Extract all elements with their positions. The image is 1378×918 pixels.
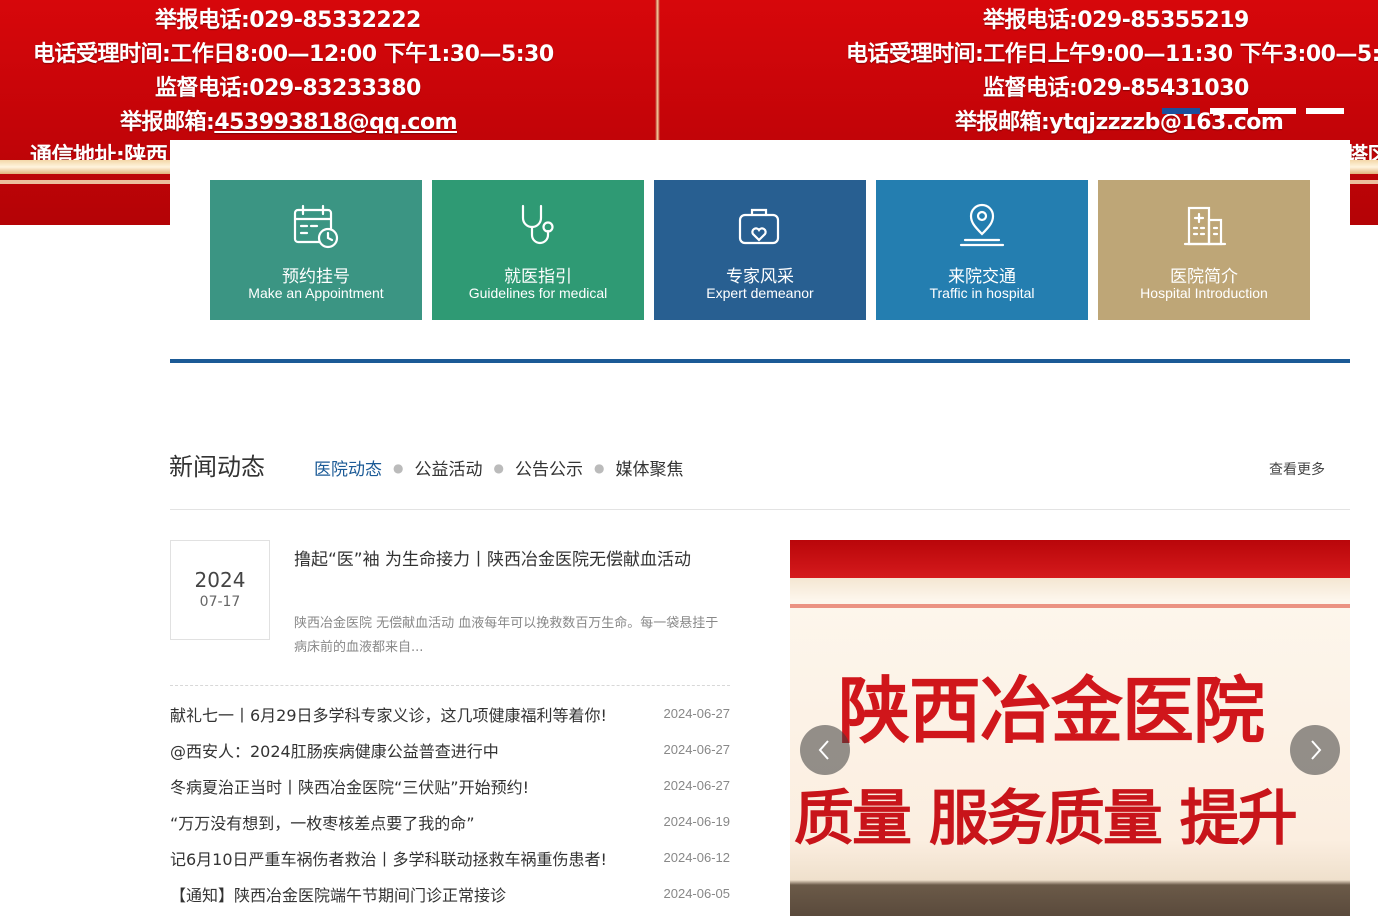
quick-link-experts[interactable]: 专家风采 Expert demeanor <box>654 180 866 320</box>
featured-year: 2024 <box>194 568 246 592</box>
tab-separator: ● <box>493 460 504 475</box>
slide-headline: 陕西冶金医院 <box>838 669 1265 753</box>
news-item-title[interactable]: 冬病夏治正当时丨陕西冶金医院“三伏贴”开始预约! <box>170 774 529 798</box>
news-item-title[interactable]: 献礼七一丨6月29日多学科专家义诊，这几项健康福利等着你! <box>170 702 607 726</box>
banner-left-email-label: 举报邮箱: <box>120 110 215 135</box>
hospital-building-icon <box>1183 206 1227 246</box>
tab-separator: ● <box>393 460 404 475</box>
quick-links-card: 预约挂号 Make an Appointment 就医指引 Guidelines… <box>170 140 1350 360</box>
quick-link-label-en: Make an Appointment <box>248 285 384 301</box>
featured-news-title[interactable]: 撸起“医”袖 为生命接力丨陕西冶金医院无偿献血活动 <box>294 548 724 572</box>
list-item[interactable]: 记6月10日严重车祸伤者救治丨多学科联动拯救车祸重伤患者! 2024-06-12 <box>170 846 730 882</box>
banner-divider <box>655 0 660 160</box>
quick-link-label-cn: 来院交通 <box>948 267 1016 287</box>
tab-announcements[interactable]: 公告公示 <box>515 455 583 480</box>
featured-divider <box>170 685 730 686</box>
banner-pagination <box>1162 108 1344 114</box>
featured-date-box: 2024 07-17 <box>170 540 270 640</box>
news-list: 献礼七一丨6月29日多学科专家义诊，这几项健康福利等着你! 2024-06-27… <box>170 702 730 918</box>
news-item-date: 2024-06-19 <box>663 814 731 829</box>
news-section-title: 新闻动态 <box>169 453 265 481</box>
tab-hospital-news[interactable]: 医院动态 <box>314 455 382 480</box>
banner-right-hours: 电话受理时间:工作日上午9:00—11:30 下午3:00—5:30 <box>846 42 1378 67</box>
section-divider <box>170 359 1350 363</box>
list-item[interactable]: 【通知】陕西冶金医院端午节期间门诊正常接诊 2024-06-05 <box>170 882 730 918</box>
quick-link-appointment[interactable]: 预约挂号 Make an Appointment <box>210 180 422 320</box>
news-item-title[interactable]: 记6月10日严重车祸伤者救治丨多学科联动拯救车祸重伤患者! <box>170 846 607 870</box>
banner-right-supervise-phone: 监督电话:029-85431030 <box>983 76 1249 101</box>
quick-link-label-cn: 就医指引 <box>504 267 572 287</box>
quick-link-label-en: Guidelines for medical <box>468 285 608 301</box>
banner-pagination-dot[interactable] <box>1162 108 1200 114</box>
news-header-rule <box>170 509 1350 510</box>
banner-right-report-phone: 举报电话:029-85355219 <box>983 8 1249 33</box>
banner-pagination-dot[interactable] <box>1306 108 1344 114</box>
featured-news-summary: 陕西冶金医院 无偿献血活动 血液每年可以挽救数百万生命。每一袋悬挂于病床前的血液… <box>294 616 719 655</box>
list-item[interactable]: “万万没有想到，一枚枣核差点要了我的命” 2024-06-19 <box>170 810 730 846</box>
quick-link-label-cn: 预约挂号 <box>282 267 350 287</box>
featured-month-day: 07-17 <box>199 594 241 610</box>
banner-left-email: 举报邮箱:453993818@qq.com <box>120 104 458 136</box>
banner-pagination-dot[interactable] <box>1258 108 1296 114</box>
slide-subline: 质量 服务质量 提升 <box>794 784 1298 854</box>
news-item-date: 2024-06-27 <box>663 778 731 793</box>
location-pin-icon <box>959 203 1005 247</box>
news-item-title[interactable]: @西安人：2024肛肠疾病健康公益普查进行中 <box>170 738 499 762</box>
news-item-date: 2024-06-12 <box>663 850 731 865</box>
slider-next-button[interactable] <box>1290 725 1340 775</box>
news-item-date: 2024-06-27 <box>663 742 731 757</box>
stethoscope-icon <box>521 204 554 245</box>
banner-left-report-phone: 举报电话:029-85332222 <box>155 8 421 33</box>
news-image-slider[interactable]: 陕西冶金医院 质量 服务质量 提升 <box>790 540 1350 916</box>
news-tabs: 医院动态 ● 公益活动 ● 公告公示 ● 媒体聚焦 <box>314 455 683 480</box>
tab-separator: ● <box>593 460 605 475</box>
quick-link-introduction[interactable]: 医院简介 Hospital Introduction <box>1098 180 1310 320</box>
banner-pagination-dot[interactable] <box>1210 108 1248 114</box>
banner-left-hours: 电话受理时间:工作日8:00—12:00 下午1:30—5:30 <box>33 42 554 67</box>
banner-left-email-link[interactable]: 453993818@qq.com <box>214 110 457 135</box>
list-item[interactable]: 冬病夏治正当时丨陕西冶金医院“三伏贴”开始预约! 2024-06-27 <box>170 774 730 810</box>
chevron-right-icon <box>1311 740 1322 760</box>
news-item-title[interactable]: “万万没有想到，一枚枣核差点要了我的命” <box>170 810 475 834</box>
quick-link-label-cn: 专家风采 <box>726 267 794 287</box>
quick-link-label-en: Traffic in hospital <box>929 285 1035 301</box>
tab-public-welfare[interactable]: 公益活动 <box>414 455 482 480</box>
news-item-date: 2024-06-27 <box>663 706 731 721</box>
slide-decor-band <box>790 604 1350 608</box>
news-item-title[interactable]: 【通知】陕西冶金医院端午节期间门诊正常接诊 <box>170 882 506 906</box>
quick-link-guidelines[interactable]: 就医指引 Guidelines for medical <box>432 180 644 320</box>
list-item[interactable]: @西安人：2024肛肠疾病健康公益普查进行中 2024-06-27 <box>170 738 730 774</box>
list-item[interactable]: 献礼七一丨6月29日多学科专家义诊，这几项健康福利等着你! 2024-06-27 <box>170 702 730 738</box>
calendar-clock-icon <box>293 204 339 249</box>
quick-link-label-cn: 医院简介 <box>1170 267 1238 287</box>
view-more-link[interactable]: 查看更多 <box>1269 459 1325 479</box>
quick-link-label-en: Expert demeanor <box>706 285 814 301</box>
quick-link-traffic[interactable]: 来院交通 Traffic in hospital <box>876 180 1088 320</box>
chevron-left-icon <box>818 740 829 760</box>
medical-bag-icon <box>738 208 780 245</box>
quick-link-label-en: Hospital Introduction <box>1140 285 1268 301</box>
banner-left-supervise-phone: 监督电话:029-83233380 <box>155 76 421 101</box>
quick-links: 预约挂号 Make an Appointment 就医指引 Guidelines… <box>210 180 1310 320</box>
tab-media-focus[interactable]: 媒体聚焦 <box>615 455 683 480</box>
news-item-date: 2024-06-05 <box>663 886 731 901</box>
slider-prev-button[interactable] <box>800 725 850 775</box>
